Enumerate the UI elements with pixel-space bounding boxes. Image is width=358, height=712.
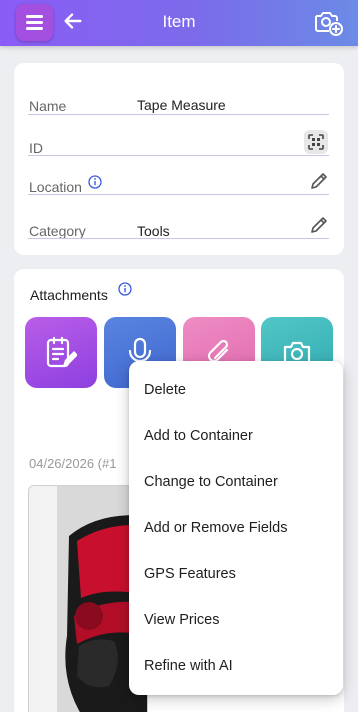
menu-item-add-to-container[interactable]: Add to Container bbox=[144, 428, 253, 444]
menu-item-gps-features[interactable]: GPS Features bbox=[144, 566, 236, 582]
category-field[interactable]: Tools bbox=[137, 223, 170, 239]
edit-location-icon[interactable] bbox=[308, 170, 330, 192]
category-underline bbox=[28, 238, 329, 239]
category-label: Category bbox=[29, 223, 86, 239]
location-label: Location bbox=[29, 179, 82, 195]
menu-item-add-remove-fields[interactable]: Add or Remove Fields bbox=[144, 520, 287, 536]
note-edit-icon bbox=[46, 336, 77, 368]
top-app-bar: Item bbox=[0, 0, 358, 46]
name-label: Name bbox=[29, 98, 67, 114]
qr-scan-icon bbox=[308, 134, 324, 150]
menu-item-refine-with-ai[interactable]: Refine with AI bbox=[144, 658, 233, 674]
add-note-button[interactable] bbox=[25, 317, 97, 388]
context-menu: Delete Add to Container Change to Contai… bbox=[129, 361, 343, 695]
qr-scan-button[interactable] bbox=[304, 130, 328, 154]
menu-item-view-prices[interactable]: View Prices bbox=[144, 612, 219, 628]
location-underline bbox=[28, 194, 329, 195]
item-details-card: Name Tape Measure ID Location Category T… bbox=[14, 63, 344, 255]
id-underline bbox=[28, 155, 329, 156]
page-title: Item bbox=[162, 12, 196, 31]
attachment-date: 04/26/2026 (#1 bbox=[29, 456, 117, 471]
id-label: ID bbox=[29, 140, 43, 156]
name-field[interactable]: Tape Measure bbox=[137, 97, 226, 113]
name-underline bbox=[28, 114, 329, 115]
menu-item-delete[interactable]: Delete bbox=[144, 382, 186, 398]
info-icon[interactable] bbox=[118, 282, 132, 296]
edit-category-icon[interactable] bbox=[308, 214, 330, 236]
menu-item-change-container[interactable]: Change to Container bbox=[144, 474, 278, 490]
add-photo-icon[interactable] bbox=[312, 6, 344, 38]
attachments-label: Attachments bbox=[30, 287, 108, 303]
info-icon[interactable] bbox=[88, 175, 102, 189]
